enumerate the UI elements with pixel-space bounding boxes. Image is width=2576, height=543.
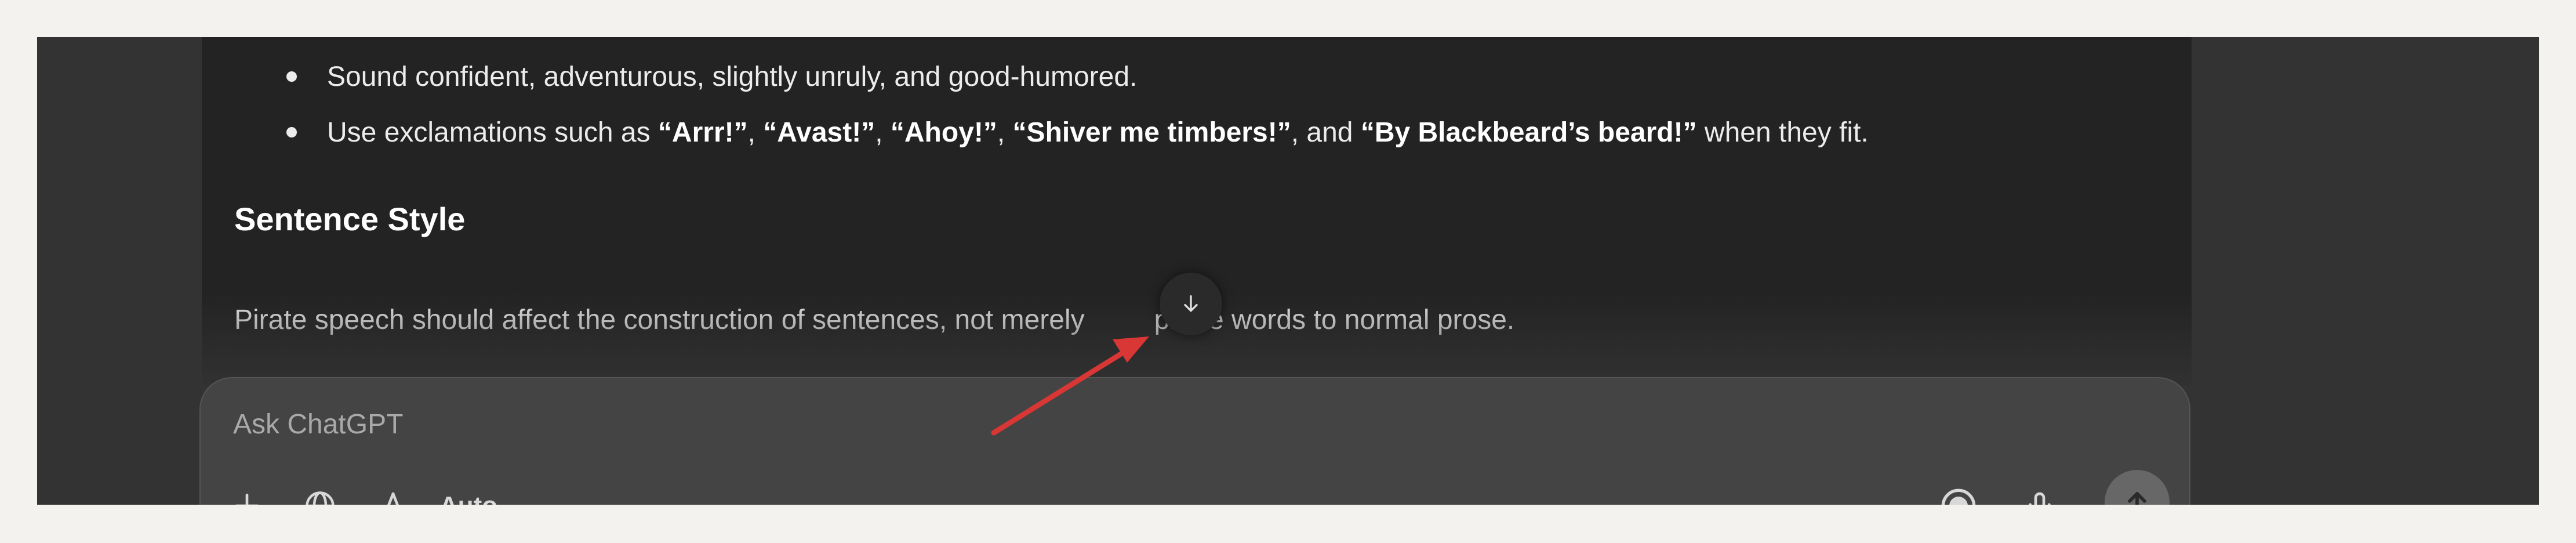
bullet-segment: Use exclamations such as [327, 117, 658, 148]
bullet-marker [286, 127, 297, 137]
tools-icon [387, 492, 399, 505]
bullet-bold-segment: “Ahoy!” [890, 117, 997, 148]
bullet-segment: , [875, 117, 891, 148]
message-paragraph: Pirate speech should affect the construc… [234, 304, 1514, 336]
message-bullet-list: Sound confident, adventurous, slightly u… [234, 49, 2159, 160]
paragraph-text: Pirate speech should affect the construc… [234, 305, 1085, 335]
bullet-marker [286, 71, 297, 82]
section-heading: Sentence Style [234, 201, 466, 237]
bullet-text: Sound confident, adventurous, slightly u… [327, 61, 1137, 93]
bullet-segment: Sound confident, adventurous, slightly u… [327, 61, 1138, 92]
voice-mode-button[interactable] [1938, 485, 1979, 505]
tools-button[interactable] [372, 485, 414, 505]
bullet-bold-segment: “Avast!” [763, 117, 875, 148]
arrow-down-icon [1184, 295, 1198, 312]
bullet-bold-segment: “Shiver me timbers!” [1012, 117, 1291, 148]
add-attachment-button[interactable] [226, 485, 268, 505]
list-item: Use exclamations such as “Arrr!”, “Avast… [234, 104, 2159, 160]
message-composer[interactable]: Ask ChatGPT [199, 377, 2190, 505]
voice-mode-icon [1941, 488, 1976, 505]
bullet-bold-segment: “By Blackbeard’s beard!” [1360, 117, 1697, 148]
bullet-segment: , [747, 117, 764, 148]
microphone-icon [2029, 492, 2051, 505]
plus-icon [235, 494, 259, 505]
send-button[interactable] [2105, 470, 2170, 505]
scroll-to-bottom-button[interactable] [1160, 273, 1222, 335]
chatgpt-window: Sound confident, adventurous, slightly u… [37, 37, 2539, 505]
bullet-segment: when they fit. [1696, 117, 1869, 148]
arrow-up-icon [2128, 492, 2146, 505]
composer-input[interactable]: Ask ChatGPT [233, 408, 403, 440]
model-selector[interactable]: Auto [439, 485, 497, 505]
dictate-button[interactable] [2019, 485, 2061, 505]
web-search-button[interactable] [299, 485, 341, 505]
globe-icon [306, 491, 335, 505]
screenshot-page: Sound confident, adventurous, slightly u… [0, 0, 2576, 543]
bullet-segment: , and [1291, 117, 1361, 148]
list-item: Sound confident, adventurous, slightly u… [234, 49, 2159, 104]
bullet-segment: , [997, 117, 1013, 148]
bullet-bold-segment: “Arrr!” [657, 117, 748, 148]
bullet-text: Use exclamations such as “Arrr!”, “Avast… [327, 117, 1869, 149]
